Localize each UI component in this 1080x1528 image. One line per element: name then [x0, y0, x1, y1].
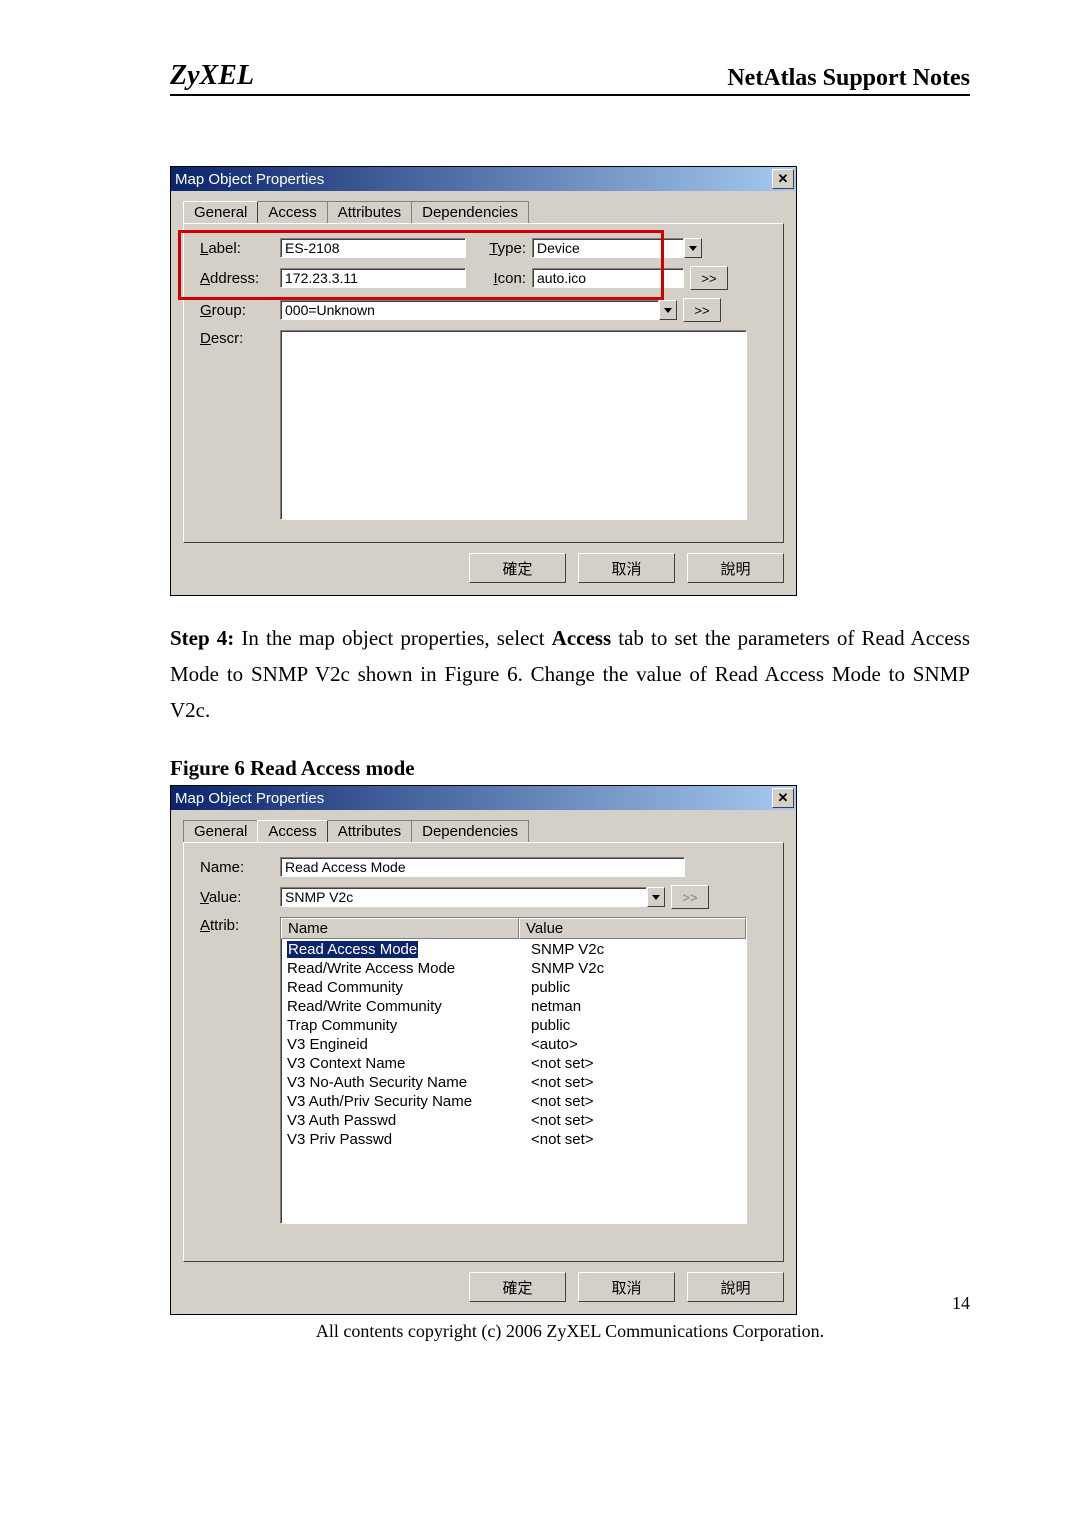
step4-text: Step 4: In the map object properties, se…	[170, 620, 970, 728]
tab-dependencies[interactable]: Dependencies	[411, 820, 529, 842]
value-combo[interactable]: SNMP V2c	[280, 887, 647, 907]
attrib-label: Attrib:	[200, 917, 280, 934]
cancel-button[interactable]: 取消	[578, 1272, 675, 1302]
group-more-button[interactable]: >>	[683, 298, 721, 322]
label-label: Label:	[200, 240, 280, 257]
attrib-row[interactable]: V3 Context Name<not set>	[281, 1054, 746, 1073]
figure6-caption: Figure 6 Read Access mode	[170, 756, 970, 781]
address-input[interactable]: 172.23.3.11	[280, 268, 466, 288]
page-number: 14	[952, 1293, 970, 1314]
icon-label: Icon:	[466, 270, 526, 287]
help-button[interactable]: 說明	[687, 1272, 784, 1302]
name-label: Name:	[200, 859, 280, 876]
cancel-button[interactable]: 取消	[578, 553, 675, 583]
ok-button[interactable]: 確定	[469, 553, 566, 583]
attrib-row[interactable]: Read/Write Access ModeSNMP V2c	[281, 959, 746, 978]
group-label: Group:	[200, 302, 280, 319]
attrib-row[interactable]: V3 Auth Passwd<not set>	[281, 1111, 746, 1130]
chevron-down-icon[interactable]	[684, 238, 702, 258]
close-icon[interactable]: ✕	[772, 169, 794, 189]
descr-textarea[interactable]	[280, 330, 747, 520]
attrib-row[interactable]: Read Communitypublic	[281, 978, 746, 997]
footer-copyright: All contents copyright (c) 2006 ZyXEL Co…	[170, 1321, 970, 1342]
chevron-down-icon[interactable]	[647, 887, 665, 907]
attrib-row[interactable]: Read/Write Communitynetman	[281, 997, 746, 1016]
close-icon[interactable]: ✕	[772, 788, 794, 808]
tab-general[interactable]: General	[183, 201, 258, 223]
attrib-row[interactable]: V3 Priv Passwd<not set>	[281, 1130, 746, 1149]
attrib-row[interactable]: V3 Engineid<auto>	[281, 1035, 746, 1054]
tab-attributes[interactable]: Attributes	[327, 201, 412, 223]
attrib-row[interactable]: Trap Communitypublic	[281, 1016, 746, 1035]
attrib-col-value[interactable]: Value	[519, 918, 746, 939]
tab-attributes[interactable]: Attributes	[327, 820, 412, 842]
value-label: Value:	[200, 889, 280, 906]
name-input[interactable]: Read Access Mode	[280, 857, 685, 877]
attrib-col-name[interactable]: Name	[281, 918, 519, 939]
ok-button[interactable]: 確定	[469, 1272, 566, 1302]
address-label: Address:	[200, 270, 280, 287]
descr-label: Descr:	[200, 330, 280, 347]
tab-dependencies[interactable]: Dependencies	[411, 201, 529, 223]
dialog-title: Map Object Properties	[175, 171, 324, 188]
chevron-down-icon[interactable]	[659, 300, 677, 320]
tab-access[interactable]: Access	[257, 201, 327, 223]
attrib-row[interactable]: V3 No-Auth Security Name<not set>	[281, 1073, 746, 1092]
attrib-row[interactable]: V3 Auth/Priv Security Name<not set>	[281, 1092, 746, 1111]
type-label: Type:	[466, 240, 526, 257]
help-button[interactable]: 說明	[687, 553, 784, 583]
tab-general[interactable]: General	[183, 820, 258, 842]
brand: ZyXEL	[170, 60, 254, 92]
attrib-row[interactable]: Read Access ModeSNMP V2c	[281, 940, 746, 959]
dialog-title: Map Object Properties	[175, 790, 324, 807]
doc-title: NetAtlas Support Notes	[727, 65, 970, 92]
label-input[interactable]: ES-2108	[280, 238, 466, 258]
value-more-button: >>	[671, 885, 709, 909]
map-object-properties-dialog-general: Map Object Properties ✕ General Access A…	[170, 166, 797, 596]
type-combo[interactable]: Device	[532, 238, 684, 258]
icon-input[interactable]: auto.ico	[532, 268, 684, 288]
attrib-list[interactable]: Name Value Read Access ModeSNMP V2cRead/…	[280, 917, 747, 1224]
group-combo[interactable]: 000=Unknown	[280, 300, 659, 320]
tab-access[interactable]: Access	[257, 820, 327, 842]
map-object-properties-dialog-access: Map Object Properties ✕ General Access A…	[170, 785, 797, 1315]
icon-browse-button[interactable]: >>	[690, 266, 728, 290]
